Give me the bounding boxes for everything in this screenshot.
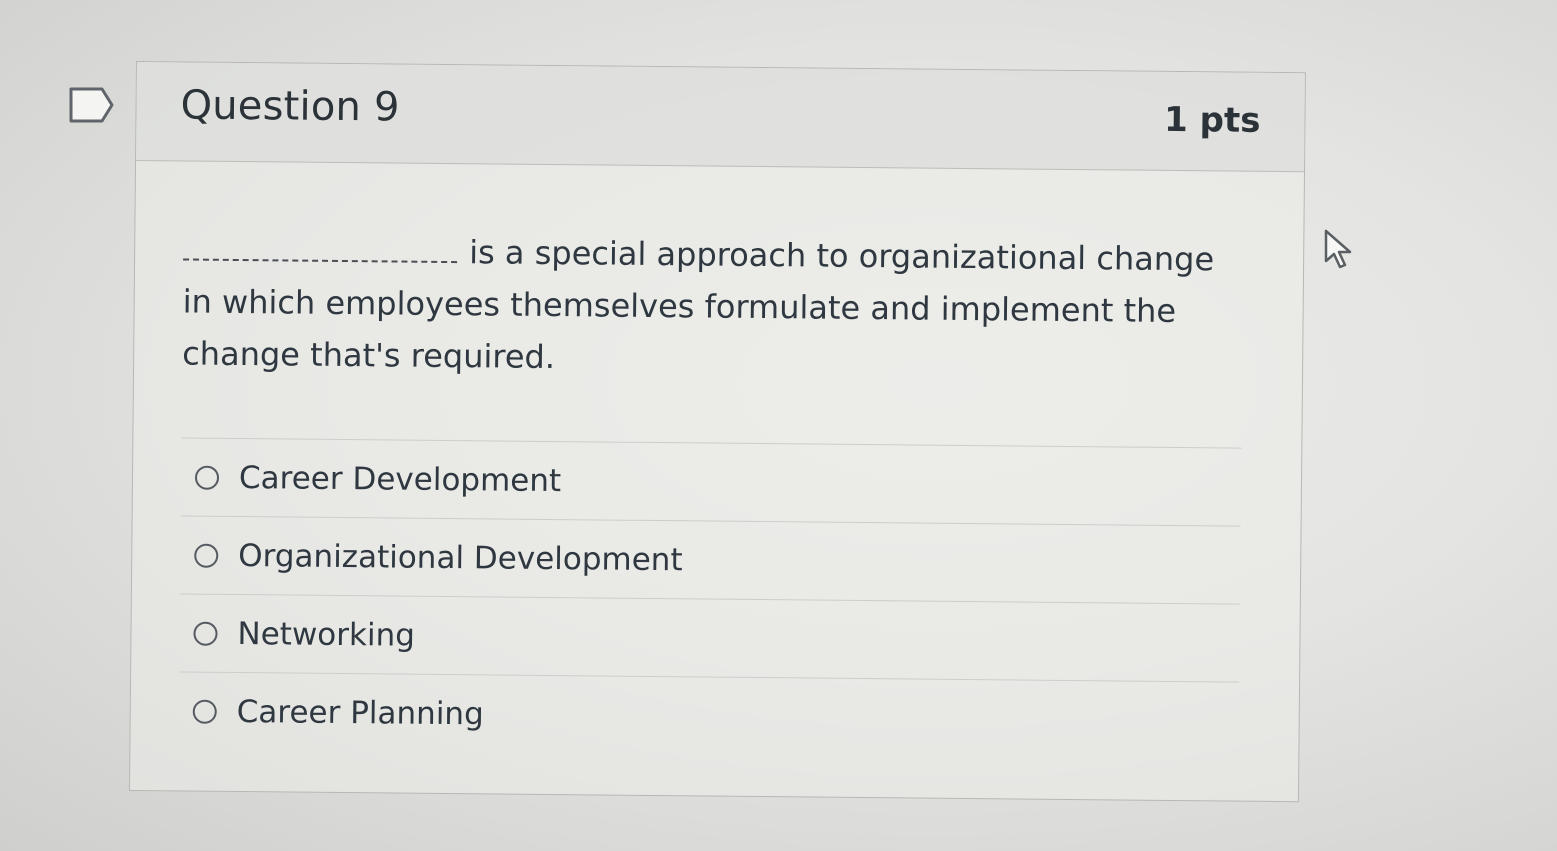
answer-label: Career Planning [236, 693, 484, 732]
radio-button-icon[interactable] [193, 621, 218, 646]
answer-label: Career Development [238, 459, 562, 499]
answer-label: Organizational Development [238, 537, 683, 578]
fill-in-blank [183, 238, 458, 264]
radio-button-icon[interactable] [194, 543, 219, 568]
question-title: Question 9 [180, 82, 400, 131]
question-points: 1 pts [1163, 99, 1261, 141]
question-text-block: is a special approach to organizational … [182, 223, 1243, 389]
answer-option-career-planning[interactable]: Career Planning [178, 672, 1239, 759]
answer-label: Networking [237, 615, 416, 654]
mouse-pointer-icon [1322, 228, 1356, 270]
radio-button-icon[interactable] [194, 465, 220, 490]
answer-option-organizational-development[interactable]: Organizational Development [179, 516, 1241, 605]
answer-list: Career Development Organizational Develo… [178, 437, 1242, 760]
answer-option-career-development[interactable]: Career Development [180, 438, 1242, 527]
question-body: is a special approach to organizational … [130, 161, 1304, 760]
question-header: Question 9 1 pts [136, 62, 1305, 173]
radio-button-icon[interactable] [192, 699, 217, 724]
answer-option-networking[interactable]: Networking [179, 594, 1240, 683]
question-card: Question 9 1 pts is a special approach t… [128, 61, 1306, 803]
flag-question-icon[interactable] [68, 86, 116, 124]
